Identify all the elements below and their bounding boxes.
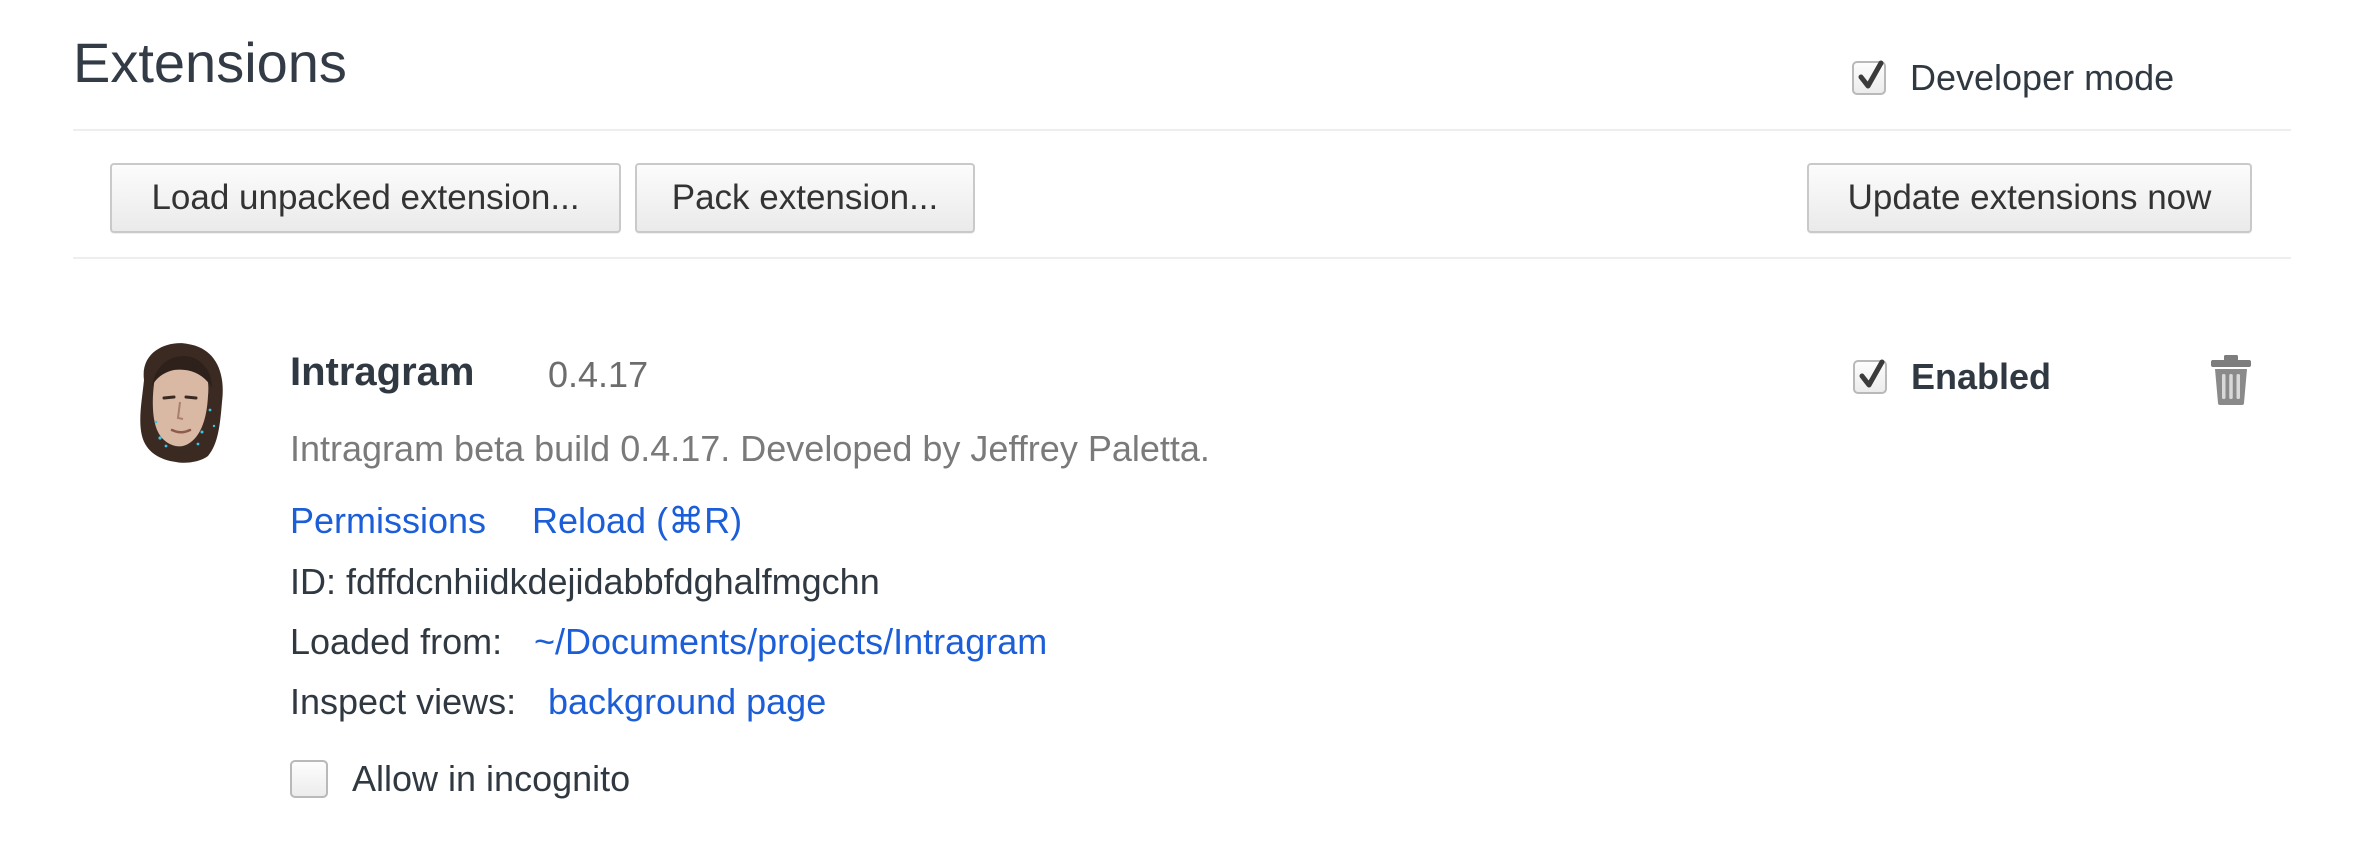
extension-name: Intragram (290, 350, 475, 394)
enabled-label: Enabled (1911, 356, 2052, 397)
background-page-link[interactable]: background page (548, 681, 826, 723)
inspect-views-label: Inspect views: (290, 681, 517, 722)
extension-id: ID: fdffdcnhiidkdejidabbfdghalfmgchn (290, 561, 880, 602)
extension-avatar (140, 343, 223, 463)
pack-extension-button[interactable]: Pack extension... (635, 163, 975, 233)
permissions-link[interactable]: Permissions (290, 500, 486, 542)
enabled-checkbox[interactable] (1853, 359, 1887, 394)
allow-incognito-toggle[interactable]: Allow in incognito (290, 758, 630, 800)
developer-mode-toggle[interactable]: Developer mode (1852, 54, 2174, 102)
checkmark-icon (1859, 359, 1885, 388)
reload-link[interactable]: Reload (⌘R) (532, 500, 742, 542)
extension-description: Intragram beta build 0.4.17. Developed b… (290, 428, 1210, 469)
enabled-toggle[interactable]: Enabled (1853, 356, 2051, 398)
allow-incognito-checkbox[interactable] (290, 760, 328, 798)
allow-incognito-label: Allow in incognito (352, 758, 631, 799)
developer-mode-label: Developer mode (1910, 57, 2175, 98)
developer-mode-checkbox[interactable] (1852, 60, 1886, 95)
extension-version: 0.4.17 (548, 354, 649, 395)
load-unpacked-button[interactable]: Load unpacked extension... (110, 163, 621, 233)
loaded-from-path-link[interactable]: ~/Documents/projects/Intragram (534, 621, 1047, 663)
header-divider (73, 129, 2291, 131)
toolbar-divider (73, 257, 2291, 259)
trash-icon[interactable] (2208, 354, 2254, 406)
loaded-from-label: Loaded from: (290, 621, 503, 662)
checkmark-icon (1858, 60, 1884, 89)
update-extensions-button[interactable]: Update extensions now (1807, 163, 2252, 233)
page-title: Extensions (73, 31, 347, 94)
